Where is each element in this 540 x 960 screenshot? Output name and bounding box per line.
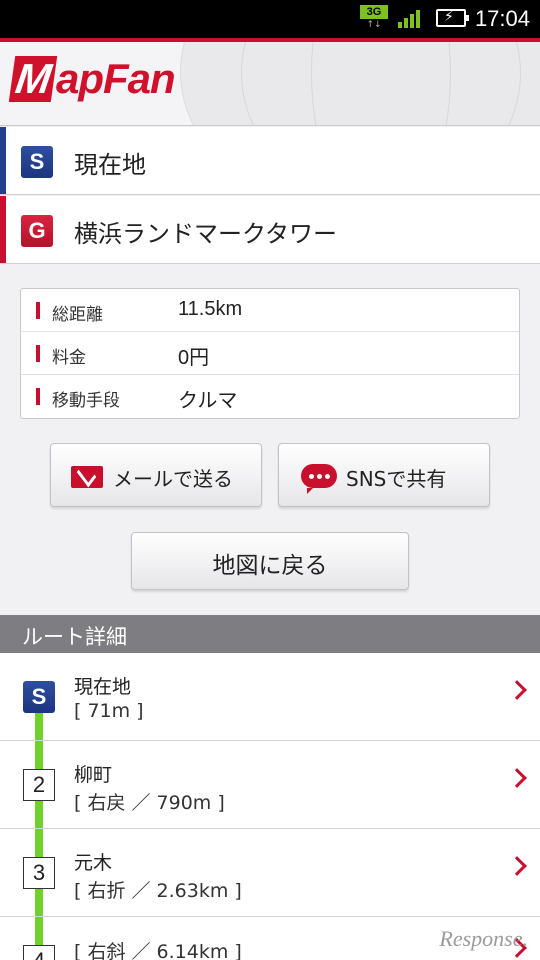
route-steps-list[interactable]: S 現在地 [ 71m ] 2 柳町 [ 右戻 ／ 790m ] 3 元木 [ … xyxy=(0,653,540,960)
route-start-row[interactable]: S 現在地 xyxy=(0,127,540,195)
summary-row-transport: 移動手段 クルマ xyxy=(21,375,519,418)
network-3g-icon: 3G ↑↓ xyxy=(360,5,388,31)
goal-label: 横浜ランドマークタワー xyxy=(74,220,338,248)
chevron-right-icon xyxy=(507,768,527,788)
route-step[interactable]: 2 柳町 [ 右戻 ／ 790m ] xyxy=(0,741,540,829)
summary-row-fare: 料金 0円 xyxy=(21,332,519,375)
start-label: 現在地 xyxy=(74,151,146,179)
start-badge-icon: S xyxy=(23,681,55,713)
app-header: MapFan xyxy=(0,42,540,126)
status-bar: 3G ↑↓ ⚡ 17:04 xyxy=(0,0,540,38)
battery-charging-icon: ⚡ xyxy=(436,9,469,27)
chevron-right-icon xyxy=(507,680,527,700)
route-detail-header: ルート詳細 xyxy=(0,615,540,653)
step-number: 4 xyxy=(23,945,55,960)
chevron-right-icon xyxy=(507,856,527,876)
chat-bubble-icon xyxy=(301,464,337,494)
route-summary-box: 総距離 11.5km 料金 0円 移動手段 クルマ xyxy=(20,288,520,419)
mapfan-logo: MapFan xyxy=(8,55,176,102)
step-number: 2 xyxy=(23,769,55,801)
globe-map-graphic xyxy=(180,42,540,125)
back-to-map-button[interactable]: 地図に戻る xyxy=(131,532,409,590)
total-distance-value: 11.5km xyxy=(178,298,243,320)
transport-mode-value: クルマ xyxy=(178,390,238,412)
send-mail-button[interactable]: メールで送る xyxy=(50,443,262,507)
route-step[interactable]: S 現在地 [ 71m ] xyxy=(0,653,540,741)
route-step[interactable]: 3 元木 [ 右折 ／ 2.63km ] xyxy=(0,829,540,917)
share-sns-button[interactable]: SNSで共有 xyxy=(278,443,490,507)
goal-badge-icon: G xyxy=(21,215,53,247)
step-number: 3 xyxy=(23,857,55,889)
signal-strength-icon xyxy=(398,10,424,28)
mail-icon xyxy=(71,466,103,488)
route-goal-row[interactable]: G 横浜ランドマークタワー xyxy=(0,196,540,264)
fare-value: 0円 xyxy=(178,347,210,369)
start-badge-icon: S xyxy=(21,146,53,178)
watermark: Response. xyxy=(439,926,528,951)
summary-row-distance: 総距離 11.5km xyxy=(21,289,519,332)
clock: 17:04 xyxy=(474,6,530,31)
